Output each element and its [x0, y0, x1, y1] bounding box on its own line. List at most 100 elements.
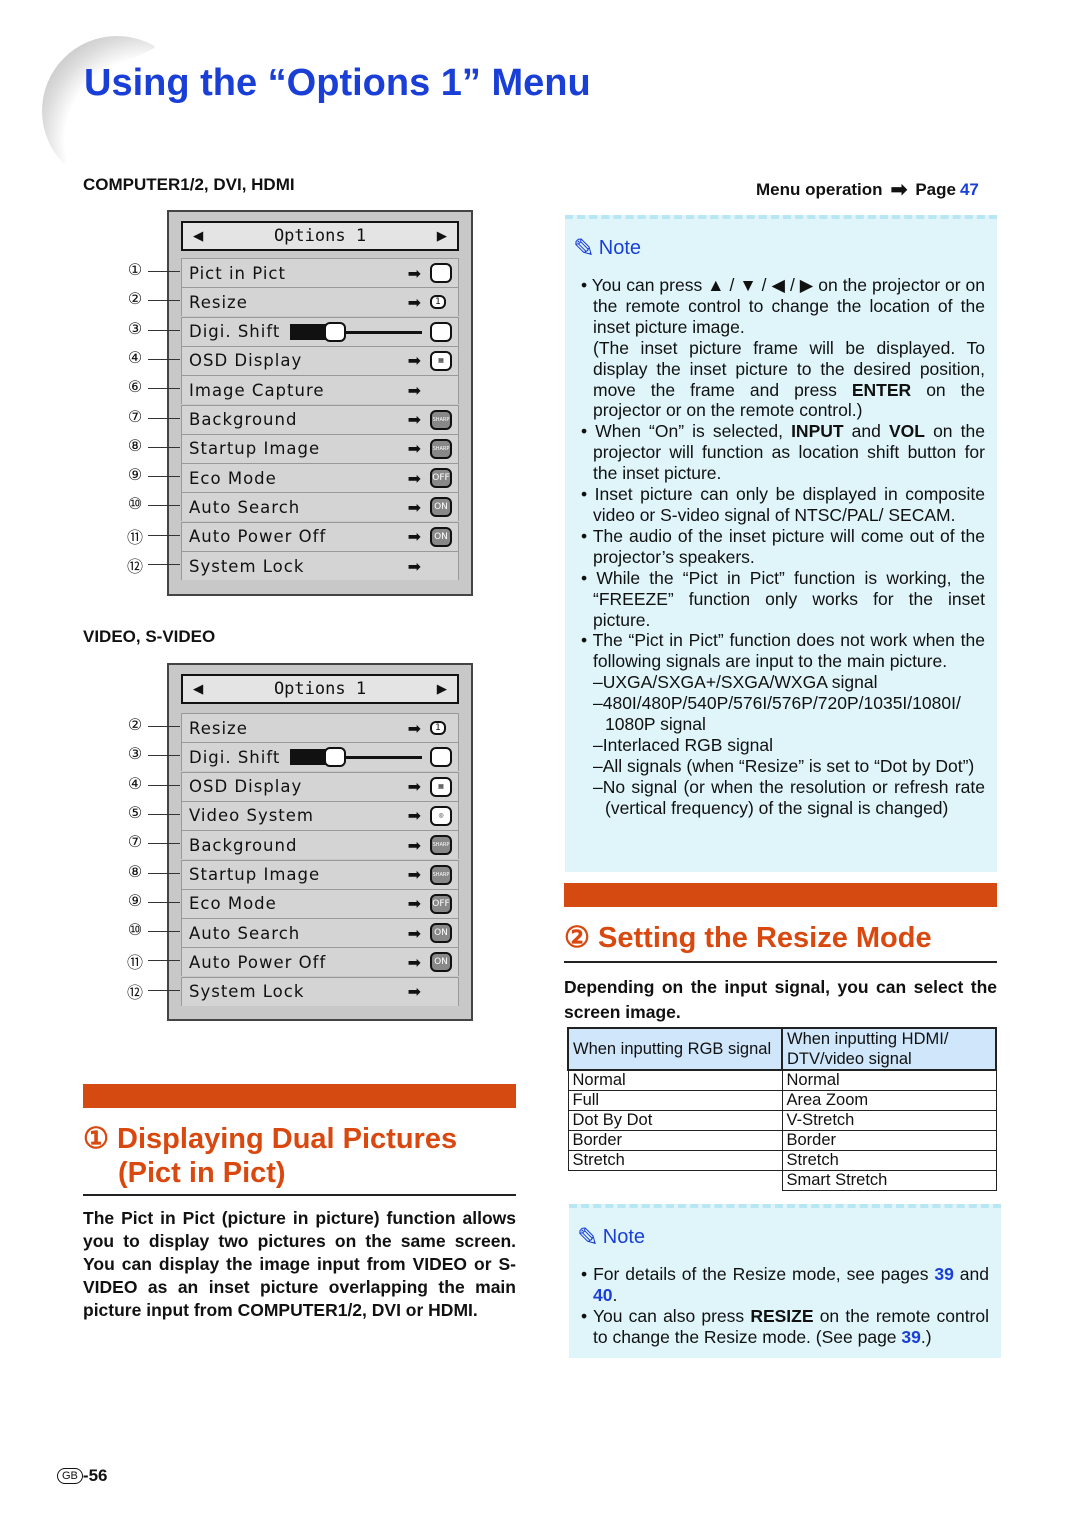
menu-title-bar: ◀ Options 1 ▶ — [181, 221, 459, 251]
menu2-label: VIDEO, S-VIDEO — [83, 627, 216, 646]
menu1-label: COMPUTER1/2, DVI, HDMI — [83, 175, 295, 194]
arrow-right-icon: ➡ — [407, 468, 422, 488]
arrow-right-icon: ➡ — [407, 777, 422, 797]
menu-item-label: Background — [189, 410, 298, 429]
menu-item[interactable]: Auto Power Off ➡ ON — [181, 521, 459, 551]
arrow-right-icon: ➡ — [407, 292, 422, 312]
menu-item[interactable]: Auto Power Off ➡ ON — [181, 947, 459, 977]
arrow-right-icon: ▶ — [436, 226, 447, 246]
setting-value-icon — [430, 321, 452, 342]
pip-intro: The Pict in Pict (picture in picture) fu… — [83, 1208, 516, 1320]
table-row: Smart Stretch — [568, 1170, 997, 1191]
rgb-mode-cell: Dot By Dot — [567, 1110, 783, 1131]
menu-item[interactable]: System Lock ➡ — [181, 551, 459, 580]
menu-item[interactable]: Startup Image ➡ SHARP — [181, 859, 459, 889]
value-box — [290, 749, 327, 766]
setting-value-icon: SHARP — [430, 864, 452, 885]
menu-item[interactable]: OSD Display ➡ ▦ — [181, 771, 459, 801]
note-box-pict-in-pict: ✎ Note • You can press ▲ / ▼ / ◀ / ▶ on t… — [565, 215, 997, 872]
callout-line — [148, 417, 180, 419]
menu-item[interactable]: Startup Image ➡ SHARP — [181, 433, 459, 463]
manual-page: Using the “Options 1” Menu COMPUTER1/2, … — [0, 0, 1080, 1523]
menu-title-bar: ◀ Options 1 ▶ — [181, 674, 459, 704]
menu-item[interactable]: Pict in Pict ➡ — [181, 258, 459, 287]
menu-item[interactable]: Digi. Shift — [181, 316, 459, 346]
setting-value-icon: SHARP — [430, 438, 452, 459]
setting-value-icon: ON — [430, 497, 452, 518]
callout-line — [148, 755, 180, 757]
menu-item[interactable]: Eco Mode ➡ OFF — [181, 888, 459, 918]
header-arc-decoration — [42, 36, 155, 164]
region-badge: GB — [57, 1468, 83, 1484]
resize-intro: Depending on the input signal, you can s… — [564, 977, 997, 1022]
shift-up-icon — [324, 321, 346, 342]
arrow-right-icon: ➡ — [407, 952, 422, 972]
table-row: Dot By Dot V-Stretch — [567, 1110, 997, 1131]
note-text: • For details of the Resize mode, see pa… — [581, 1264, 989, 1347]
menu-item[interactable]: Eco Mode ➡ OFF — [181, 463, 459, 493]
menu-item-label: Background — [189, 835, 298, 855]
divider — [564, 961, 997, 963]
arrow-left-icon: ◀ — [193, 679, 204, 699]
menu-item-label: System Lock — [189, 556, 305, 576]
menu-item[interactable]: Video System ➡ ◎ — [181, 800, 459, 830]
arrow-right-icon: ➡ — [407, 865, 422, 884]
menu-item[interactable]: System Lock ➡ — [181, 976, 459, 1006]
arrow-right-icon: ➡ — [407, 380, 422, 400]
menu-item-label: Pict in Pict — [189, 263, 286, 283]
callout-number: ④ — [127, 349, 143, 367]
hdmi-mode-cell: Smart Stretch — [781, 1170, 997, 1191]
options1-menu-video: ◀ Options 1 ▶ Resize ➡ 1 Digi. Shift OSD Displ… — [167, 663, 473, 1021]
page-number: GB -56 — [57, 1466, 107, 1486]
callout-number: ⑨ — [127, 892, 143, 910]
rgb-mode-cell: Stretch — [567, 1150, 783, 1171]
arrow-right-icon: ➡ — [407, 410, 422, 429]
callout-line — [148, 300, 180, 302]
hdmi-mode-cell: Stretch — [781, 1150, 997, 1171]
callout-line — [148, 476, 180, 478]
arrow-right-icon: ▶ — [436, 679, 447, 699]
setting-value-icon: OFF — [430, 893, 452, 914]
setting-value-icon — [430, 747, 452, 768]
callout-line — [148, 931, 180, 933]
page-link[interactable]: 47 — [960, 180, 979, 200]
callout-line — [148, 564, 180, 565]
setting-value-icon: ON — [430, 526, 452, 547]
menu-item[interactable]: OSD Display ➡ ▦ — [181, 345, 459, 375]
menu-item[interactable]: Resize ➡ 1 — [181, 287, 459, 317]
setting-value-icon: 1 — [430, 721, 446, 735]
menu-item[interactable]: Image Capture ➡ — [181, 375, 459, 405]
menu-operation-ref: Menu operation ➡ Page 47 — [756, 177, 979, 202]
setting-value-icon: ▦ — [430, 350, 452, 371]
table-row: Border Border — [567, 1130, 997, 1151]
arrow-right-icon: ➡ — [407, 894, 422, 914]
menu-item[interactable]: Digi. Shift — [181, 742, 459, 772]
page-title: Using the “Options 1” Menu — [84, 62, 591, 104]
menu-item-label: OSD Display — [189, 351, 303, 371]
menu-item[interactable]: Auto Search ➡ ON — [181, 492, 459, 522]
table-row: Full Area Zoom — [567, 1090, 997, 1111]
callout-number: ⑤ — [127, 804, 143, 822]
callout-line — [148, 960, 180, 962]
arrow-right-icon: ➡ — [890, 179, 908, 201]
callout-line — [148, 784, 180, 786]
page-label: Page — [915, 179, 956, 199]
arrow-right-icon: ➡ — [407, 923, 422, 943]
note-text: • You can press ▲ / ▼ / ◀ / ▶ on the pro… — [581, 275, 985, 818]
menu-item-label: Auto Search — [189, 923, 301, 943]
menu-item[interactable]: Auto Search ➡ ON — [181, 918, 459, 948]
callout-number: ③ — [127, 320, 143, 338]
arrow-right-icon: ➡ — [407, 806, 422, 826]
menu-item[interactable]: Resize ➡ 1 — [181, 713, 459, 742]
callout-line — [148, 843, 180, 845]
menu-item-label: Digi. Shift — [189, 747, 281, 767]
setting-value-icon: ON — [430, 923, 452, 944]
menu-item[interactable]: Background ➡ SHARP — [181, 830, 459, 860]
setting-value-icon: SHARP — [430, 835, 452, 856]
hdmi-mode-cell: Normal — [781, 1069, 997, 1091]
menu-operation-label: Menu operation — [756, 179, 883, 199]
menu-item-label: System Lock — [189, 982, 305, 1002]
table-header: When inputting RGB signal — [567, 1027, 783, 1071]
menu-item-label: Startup Image — [189, 865, 321, 884]
menu-item[interactable]: Background ➡ SHARP — [181, 404, 459, 434]
